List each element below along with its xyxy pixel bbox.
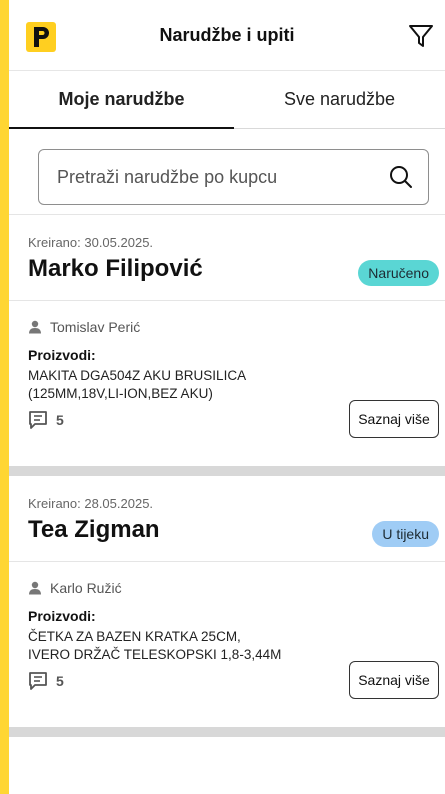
comments-count[interactable]: 5 [28, 410, 64, 430]
search-input[interactable] [39, 165, 379, 189]
comment-icon [29, 411, 47, 429]
tab-all-orders[interactable]: Sve narudžbe [234, 71, 445, 128]
filter-icon[interactable] [407, 22, 437, 50]
product-line: MAKITA DGA504Z AKU BRUSILICA [28, 368, 247, 383]
product-line: ČETKA ZA BAZEN KRATKA 25CM, [28, 629, 241, 644]
order-agent-name: Tomislav Perić [50, 319, 141, 335]
comments-count-value: 5 [56, 673, 64, 689]
order-created-date: Kreirano: 30.05.2025. [28, 235, 154, 250]
brand-logo[interactable] [26, 22, 56, 52]
order-card-body: Tomislav Perić Proizvodi: MAKITA DGA504Z… [9, 301, 445, 466]
order-card-header: Kreirano: 28.05.2025. Tea Zigman U tijek… [9, 476, 445, 562]
order-agent: Tomislav Perić [28, 319, 445, 335]
person-icon [29, 581, 41, 595]
products-label: Proizvodi: [28, 347, 96, 363]
order-card-body: Karlo Ružić Proizvodi: ČETKA ZA BAZEN KR… [9, 562, 445, 727]
order-created-date: Kreirano: 28.05.2025. [28, 496, 154, 511]
order-card-header: Kreirano: 30.05.2025. Marko Filipović Na… [9, 215, 445, 301]
order-card: Kreirano: 30.05.2025. Marko Filipović Na… [9, 215, 445, 466]
products-label: Proizvodi: [28, 608, 96, 624]
card-separator [9, 466, 445, 476]
products-list: MAKITA DGA504Z AKU BRUSILICA (125MM,18V,… [28, 367, 445, 403]
brand-logo-icon [34, 27, 49, 47]
learn-more-button[interactable]: Saznaj više [349, 400, 439, 438]
status-badge: U tijeku [372, 521, 439, 547]
page-title: Narudžbe i upiti [159, 24, 295, 45]
comments-count-value: 5 [56, 412, 64, 428]
tab-bar: Moje narudžbe Sve narudžbe [9, 71, 445, 129]
learn-more-button[interactable]: Saznaj više [349, 661, 439, 699]
app-container: Narudžbe i upiti Moje narudžbe Sve narud… [9, 0, 445, 794]
comment-icon [29, 672, 47, 690]
products-list: ČETKA ZA BAZEN KRATKA 25CM, IVERO DRŽAČ … [28, 628, 445, 664]
search-section [9, 129, 445, 215]
order-agent: Karlo Ružić [28, 580, 445, 596]
card-separator [9, 727, 445, 737]
status-badge: Naručeno [358, 260, 439, 286]
search-icon[interactable] [388, 164, 414, 195]
order-agent-name: Karlo Ružić [50, 580, 122, 596]
header: Narudžbe i upiti [9, 0, 445, 71]
person-icon [29, 320, 41, 334]
comments-count[interactable]: 5 [28, 671, 64, 691]
search-box [38, 149, 429, 205]
tab-my-orders[interactable]: Moje narudžbe [9, 71, 234, 129]
order-card: Kreirano: 28.05.2025. Tea Zigman U tijek… [9, 476, 445, 727]
